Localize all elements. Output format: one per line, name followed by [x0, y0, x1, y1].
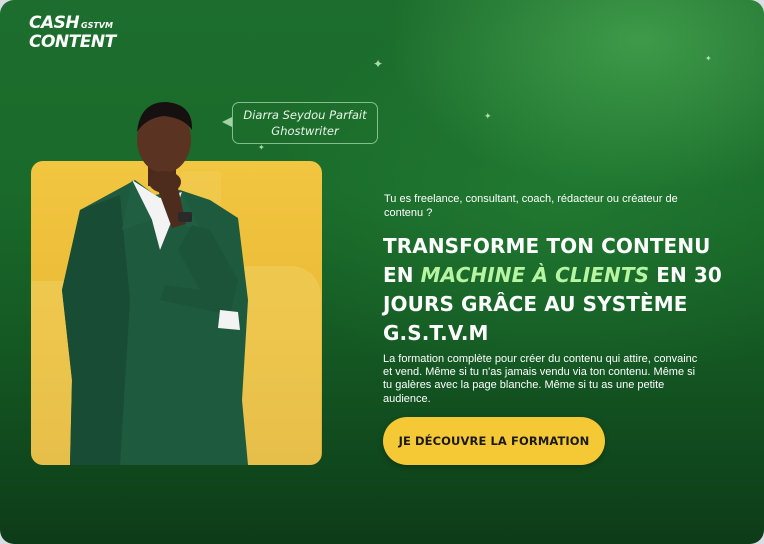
- author-tag: Diarra Seydou Parfait Ghostwriter: [232, 102, 378, 144]
- sparkle-icon: ✦: [705, 54, 712, 63]
- sparkle-icon: ✦: [484, 112, 492, 122]
- author-role: Ghostwriter: [271, 124, 339, 138]
- hero-description: La formation complète pour créer du cont…: [383, 353, 698, 405]
- hero-eyebrow: Tu es freelance, consultant, coach, réda…: [384, 193, 678, 219]
- brand-logo[interactable]: CASH GSTVM CONTENT: [29, 13, 116, 55]
- hero-headline: TRANSFORME TON CONTENU EN MACHINE À CLIE…: [383, 232, 733, 348]
- logo-text-content: CONTENT: [29, 32, 116, 52]
- logo-text-cash: CASH: [29, 13, 80, 33]
- logo-badge: GSTVM: [81, 21, 113, 30]
- landing-hero: ✦ ✦ ✦ ✦ CASH GSTVM CONTENT Diarra Seydou…: [0, 0, 764, 544]
- portrait-photo: [62, 102, 248, 465]
- discover-formation-button[interactable]: JE DÉCOUVRE LA FORMATION: [383, 417, 605, 465]
- sparkle-icon: ✦: [373, 57, 384, 71]
- headline-highlight: MACHINE À CLIENTS: [420, 263, 650, 287]
- speech-pointer-icon: [222, 117, 232, 127]
- author-name: Diarra Seydou Parfait: [243, 108, 367, 122]
